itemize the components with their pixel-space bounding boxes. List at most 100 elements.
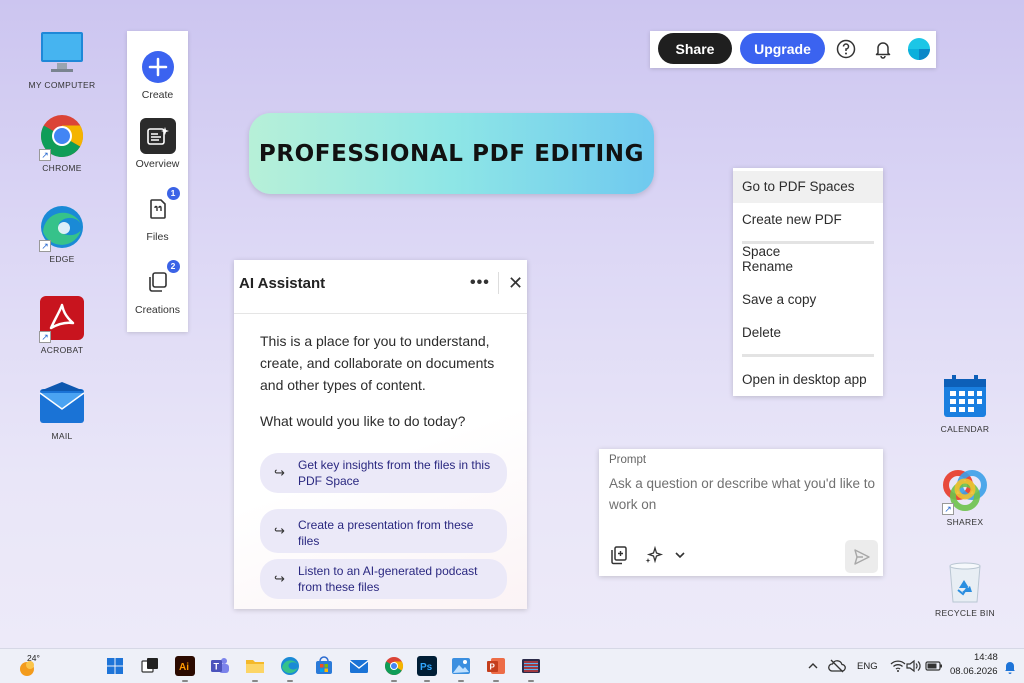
sidebar-item-label: Files: [146, 231, 169, 243]
running-indicator: [391, 680, 397, 682]
language-indicator[interactable]: ENG: [857, 661, 878, 672]
files-icon: 1: [140, 187, 180, 227]
desktop-icon-acrobat[interactable]: ↗ ACROBAT: [22, 295, 102, 355]
suggestion-label: Listen to an AI-generated podcast from t…: [298, 564, 478, 594]
ai-assistant-title: AI Assistant: [239, 275, 326, 292]
sidebar-item-label: Overview: [135, 158, 180, 170]
running-indicator: [424, 680, 430, 682]
attach-files-icon[interactable]: [608, 544, 630, 566]
shortcut-arrow-icon: ↗: [39, 331, 51, 343]
desktop-icon-label: EDGE: [49, 254, 75, 264]
cloud-offline-icon[interactable]: [826, 655, 848, 677]
sidebar-item-overview[interactable]: Overview: [127, 118, 188, 170]
more-options-icon[interactable]: •••: [470, 274, 490, 292]
desktop-icon-edge[interactable]: ↗ EDGE: [22, 204, 102, 264]
sharex-icon: ↗: [942, 467, 988, 515]
edge-icon: ↗: [39, 204, 85, 252]
chevron-down-icon[interactable]: [669, 544, 691, 566]
suggestion-chip-presentation[interactable]: ↪ Create a presentation from these files: [260, 509, 507, 553]
file-explorer-icon[interactable]: [244, 655, 266, 677]
context-menu: Go to PDF Spaces Create new PDF Space Re…: [733, 168, 883, 396]
store-icon[interactable]: [313, 655, 335, 677]
chevron-up-icon[interactable]: [802, 655, 824, 677]
task-view-icon[interactable]: [139, 655, 161, 677]
avatar[interactable]: [907, 37, 931, 61]
overview-icon: [139, 118, 176, 154]
powerpoint-icon[interactable]: P: [485, 655, 507, 677]
desktop-icon-mail[interactable]: MAIL: [22, 381, 102, 441]
bell-icon[interactable]: [872, 38, 894, 60]
photos-icon[interactable]: [450, 655, 472, 677]
running-indicator: [182, 680, 188, 682]
sidebar-item-label: Create: [141, 89, 174, 101]
top-action-bar: Share Upgrade: [650, 31, 936, 68]
photoshop-icon[interactable]: Ps: [416, 655, 438, 677]
menu-divider: [742, 354, 874, 357]
battery-icon[interactable]: [923, 655, 945, 677]
edge-taskbar-icon[interactable]: [279, 655, 301, 677]
desktop-icon-label: MY COMPUTER: [28, 80, 96, 90]
prompt-box: Prompt Ask a question or describe what y…: [599, 449, 883, 576]
header-divider: [498, 272, 499, 294]
monitor-icon: [39, 30, 85, 76]
running-indicator: [528, 680, 534, 682]
banner-title: PROFESSIONAL PDF EDITING: [258, 140, 645, 167]
sidebar-item-creations[interactable]: 2 Creations: [127, 260, 188, 316]
close-icon[interactable]: ✕: [508, 273, 523, 294]
volume-icon[interactable]: [903, 655, 925, 677]
desktop-icon-sharex[interactable]: ↗ SHAREX: [925, 467, 1005, 527]
desktop-icon-label: SHAREX: [946, 517, 984, 527]
suggestion-label: Get key insights from the files in this …: [298, 458, 491, 488]
clock-time[interactable]: 14:48: [974, 652, 998, 663]
sidebar-item-files[interactable]: 1 Files: [127, 187, 188, 243]
prompt-label: Prompt: [609, 454, 647, 466]
sparkle-icon[interactable]: [643, 544, 665, 566]
send-button[interactable]: [845, 540, 878, 573]
menu-item-delete[interactable]: Delete: [733, 317, 883, 349]
chrome-taskbar-icon[interactable]: [383, 655, 405, 677]
suggestion-chip-key-insights[interactable]: ↪ Get key insights from the files in thi…: [260, 453, 507, 493]
mail-taskbar-icon[interactable]: [348, 655, 370, 677]
menu-item-rename[interactable]: Rename: [733, 251, 883, 283]
prompt-input[interactable]: Ask a question or describe what you'd li…: [609, 473, 877, 515]
menu-item-open-in-desktop-app[interactable]: Open in desktop app: [733, 364, 883, 396]
sidebar-item-create[interactable]: Create: [127, 49, 188, 101]
notification-bell-icon[interactable]: [1000, 658, 1020, 676]
upgrade-button[interactable]: Upgrade: [740, 33, 825, 64]
desktop-icon-calendar[interactable]: CALENDAR: [925, 374, 1005, 434]
illustrator-icon[interactable]: Ai: [174, 655, 196, 677]
running-indicator: [252, 680, 258, 682]
desktop-icon-my-computer[interactable]: MY COMPUTER: [22, 30, 102, 90]
shortcut-arrow-icon: ↗: [942, 503, 954, 515]
arrow-return-icon: ↪: [274, 465, 285, 480]
files-count-badge: 1: [166, 187, 180, 200]
desktop-icon-label: CALENDAR: [940, 424, 990, 434]
desktop-icon-recycle-bin[interactable]: RECYCLE BIN: [925, 558, 1005, 618]
menu-divider: [742, 241, 874, 244]
svg-text:Ai: Ai: [179, 662, 189, 673]
clock-date[interactable]: 08.06.2026: [950, 666, 998, 677]
creations-icon: 2: [140, 260, 180, 300]
teams-icon[interactable]: T: [209, 655, 231, 677]
desktop-icon-label: MAIL: [51, 431, 73, 441]
ai-assistant-panel: AI Assistant ••• ✕ This is a place for y…: [234, 260, 527, 609]
menu-item-go-to-pdf-spaces[interactable]: Go to PDF Spaces: [733, 171, 883, 203]
desktop-icon-chrome[interactable]: ↗ CHROME: [22, 113, 102, 173]
windows-start-icon[interactable]: [104, 655, 126, 677]
menu-item-save-a-copy[interactable]: Save a copy: [733, 284, 883, 316]
ai-assistant-intro: This is a place for you to understand, c…: [260, 333, 495, 393]
app-sidebar: Create Overview 1 Files 2 Creations: [127, 31, 188, 332]
shortcut-arrow-icon: ↗: [39, 240, 51, 252]
svg-text:Ps: Ps: [420, 662, 433, 673]
menu-item-create-new-pdf-space[interactable]: Create new PDF Space: [733, 204, 883, 259]
calendar-icon: [942, 374, 988, 420]
share-button[interactable]: Share: [658, 33, 732, 64]
creations-count-badge: 2: [166, 260, 180, 273]
help-icon[interactable]: [835, 38, 857, 60]
plus-icon: [140, 49, 176, 85]
suggestion-chip-podcast[interactable]: ↪ Listen to an AI-generated podcast from…: [260, 559, 507, 599]
media-app-icon[interactable]: [520, 655, 542, 677]
ai-assistant-header: AI Assistant ••• ✕: [234, 260, 527, 314]
svg-text:P: P: [490, 663, 496, 672]
running-indicator: [493, 680, 499, 682]
